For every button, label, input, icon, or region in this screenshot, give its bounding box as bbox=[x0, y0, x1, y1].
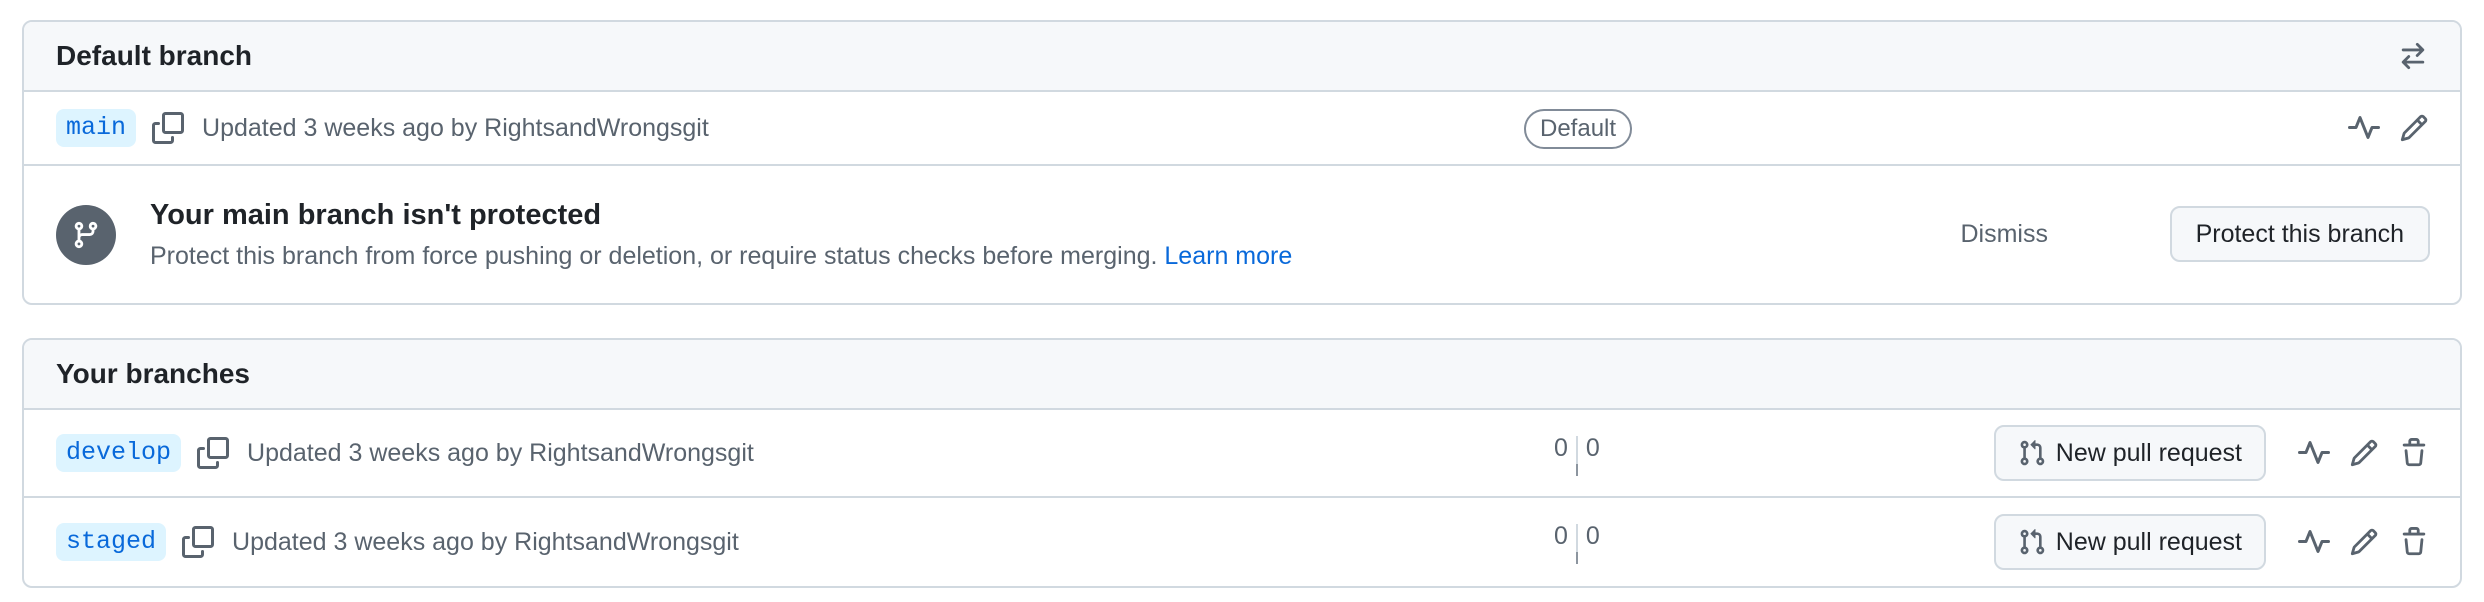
trash-icon[interactable] bbox=[2398, 526, 2430, 558]
row-actions: New pull request bbox=[1993, 410, 2430, 496]
branch-name-link[interactable]: staged bbox=[56, 523, 167, 561]
pencil-icon[interactable] bbox=[2348, 437, 2380, 469]
ahead-behind-divider bbox=[1575, 436, 1578, 476]
protection-banner: Your main branch isn't protected Protect… bbox=[24, 166, 2460, 303]
row-actions bbox=[2348, 92, 2430, 164]
new-pull-request-button[interactable]: New pull request bbox=[1993, 425, 2266, 481]
your-branches-title: Your branches bbox=[56, 358, 250, 389]
behind-count: 0 bbox=[1554, 434, 1568, 462]
pencil-icon[interactable] bbox=[2398, 112, 2430, 144]
learn-more-link[interactable]: Learn more bbox=[1164, 242, 1292, 270]
copy-icon[interactable] bbox=[197, 436, 231, 470]
default-branch-header: Default branch bbox=[24, 22, 2460, 92]
ahead-behind-counts: 0 0 bbox=[1554, 434, 1600, 476]
protect-branch-button[interactable]: Protect this branch bbox=[2169, 206, 2430, 262]
new-pull-request-label: New pull request bbox=[2055, 438, 2242, 467]
git-pull-request-icon bbox=[2018, 527, 2048, 557]
branch-name-link[interactable]: main bbox=[56, 109, 137, 147]
activity-icon[interactable] bbox=[2298, 526, 2330, 558]
branch-row: staged Updated 3 weeks ago by RightsandW… bbox=[24, 498, 2460, 586]
ahead-behind-counts: 0 0 bbox=[1554, 522, 1600, 564]
default-badge: Default bbox=[1524, 109, 1633, 149]
new-pull-request-label: New pull request bbox=[2055, 527, 2242, 556]
branch-name-link[interactable]: develop bbox=[56, 434, 182, 472]
your-branches-header: Your branches bbox=[24, 340, 2460, 410]
protection-description-text: Protect this branch from force pushing o… bbox=[150, 241, 1158, 270]
trash-icon[interactable] bbox=[2398, 437, 2430, 469]
new-pull-request-button[interactable]: New pull request bbox=[1993, 514, 2266, 570]
dismiss-button[interactable]: Dismiss bbox=[1961, 220, 2049, 249]
git-branch-icon bbox=[56, 204, 116, 265]
ahead-count: 0 bbox=[1585, 434, 1600, 462]
branch-row-main: main Updated 3 weeks ago by RightsandWro… bbox=[24, 92, 2460, 166]
protection-text: Your main branch isn't protected Protect… bbox=[150, 199, 1292, 271]
activity-icon[interactable] bbox=[2298, 437, 2330, 469]
copy-icon[interactable] bbox=[182, 525, 216, 559]
behind-count: 0 bbox=[1554, 522, 1568, 550]
copy-icon[interactable] bbox=[152, 111, 186, 145]
git-pull-request-icon bbox=[2018, 438, 2048, 468]
protection-description: Protect this branch from force pushing o… bbox=[150, 242, 1292, 271]
updated-text: Updated 3 weeks ago by RightsandWrongsgi… bbox=[202, 113, 709, 142]
protection-title: Your main branch isn't protected bbox=[150, 198, 602, 231]
pencil-icon[interactable] bbox=[2348, 526, 2380, 558]
ahead-count: 0 bbox=[1585, 522, 1600, 550]
updated-text: Updated 3 weeks ago by RightsandWrongsgi… bbox=[247, 438, 754, 467]
ahead-behind-divider bbox=[1575, 524, 1578, 564]
activity-icon[interactable] bbox=[2348, 112, 2380, 144]
updated-text: Updated 3 weeks ago by RightsandWrongsgi… bbox=[232, 527, 739, 556]
row-actions: New pull request bbox=[1993, 498, 2430, 586]
default-branch-section: Default branch main Updated 3 weeks ago … bbox=[22, 20, 2462, 305]
your-branches-section: Your branches develop Updated 3 weeks ag… bbox=[22, 338, 2462, 588]
arrow-switch-icon[interactable] bbox=[2398, 41, 2428, 71]
default-branch-title: Default branch bbox=[56, 40, 253, 71]
branch-row: develop Updated 3 weeks ago by Rightsand… bbox=[24, 410, 2460, 498]
